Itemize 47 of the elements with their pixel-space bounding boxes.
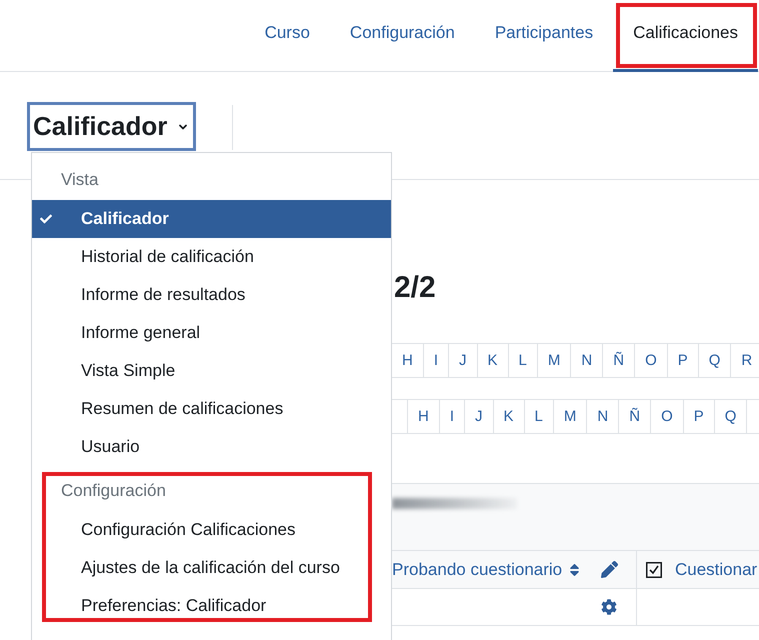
letter-filter-link[interactable]: N xyxy=(587,400,620,433)
letter-filter-link[interactable]: M xyxy=(538,344,572,377)
letter-filter-link[interactable]: L xyxy=(508,344,538,377)
letter-filter-link[interactable]: P xyxy=(684,400,715,433)
menu-item[interactable]: Historial de calificación xyxy=(32,238,391,276)
letter-filter-link[interactable]: I xyxy=(424,344,450,377)
letter-filter-link[interactable]: O xyxy=(635,344,668,377)
check-icon xyxy=(40,214,52,224)
letter-filter-link[interactable]: R xyxy=(731,344,759,377)
menu-item[interactable]: Resumen de calificaciones xyxy=(32,390,391,428)
menu-item[interactable]: Usuario xyxy=(32,428,391,466)
letter-filter-link[interactable]: Ñ xyxy=(603,344,636,377)
letter-filter-link[interactable]: P xyxy=(668,344,699,377)
report-selector[interactable]: Calificador xyxy=(27,102,196,151)
letter-filter-link[interactable]: Q xyxy=(698,344,732,377)
pencil-icon[interactable] xyxy=(601,561,618,578)
menu-item[interactable]: Calificador xyxy=(32,200,391,238)
nav-tab[interactable]: Calificaciones xyxy=(613,0,758,72)
menu-section-heading: Vista xyxy=(60,169,100,191)
letter-filter-link[interactable]: H xyxy=(407,400,440,433)
column-header-link[interactable]: Probando cuestionario xyxy=(392,560,562,580)
menu-section-heading: Configuración xyxy=(60,480,167,502)
column-header-link[interactable]: Cuestionar xyxy=(675,560,758,580)
letter-filter-link[interactable]: O xyxy=(651,400,684,433)
letter-filter-link[interactable]: J xyxy=(449,344,478,377)
menu-item[interactable]: Configuración Calificaciones xyxy=(32,511,391,549)
nav-tab[interactable]: Curso xyxy=(244,0,330,72)
letter-filter-link[interactable]: Ñ xyxy=(619,400,652,433)
letter-filter-link[interactable]: K xyxy=(494,400,525,433)
letter-filter-link[interactable]: L xyxy=(524,400,554,433)
checkbox-icon xyxy=(646,562,662,578)
menu-item[interactable]: Vista Simple xyxy=(32,352,391,390)
letter-filter-link[interactable]: M xyxy=(554,400,588,433)
menu-item[interactable]: Informe de resultados xyxy=(32,276,391,314)
letter-filter-link[interactable]: N xyxy=(571,344,604,377)
menu-item[interactable]: Informe general xyxy=(32,314,391,352)
nav-tab[interactable]: Participantes xyxy=(474,0,614,72)
page-heading: 2/2 xyxy=(393,270,437,306)
menu-item[interactable]: Ajustes de la calificación del curso xyxy=(32,549,391,587)
letter-filter-link[interactable]: Q xyxy=(714,400,748,433)
letter-filter-link[interactable]: K xyxy=(478,344,509,377)
menu-item[interactable]: Preferencias: Calificador xyxy=(32,587,391,625)
letter-filter-link[interactable]: J xyxy=(465,400,494,433)
letter-filter-link[interactable]: I xyxy=(440,400,466,433)
sort-icon[interactable] xyxy=(570,562,580,578)
nav-tab[interactable]: Configuración xyxy=(330,0,475,72)
settings-icon[interactable] xyxy=(601,599,617,615)
